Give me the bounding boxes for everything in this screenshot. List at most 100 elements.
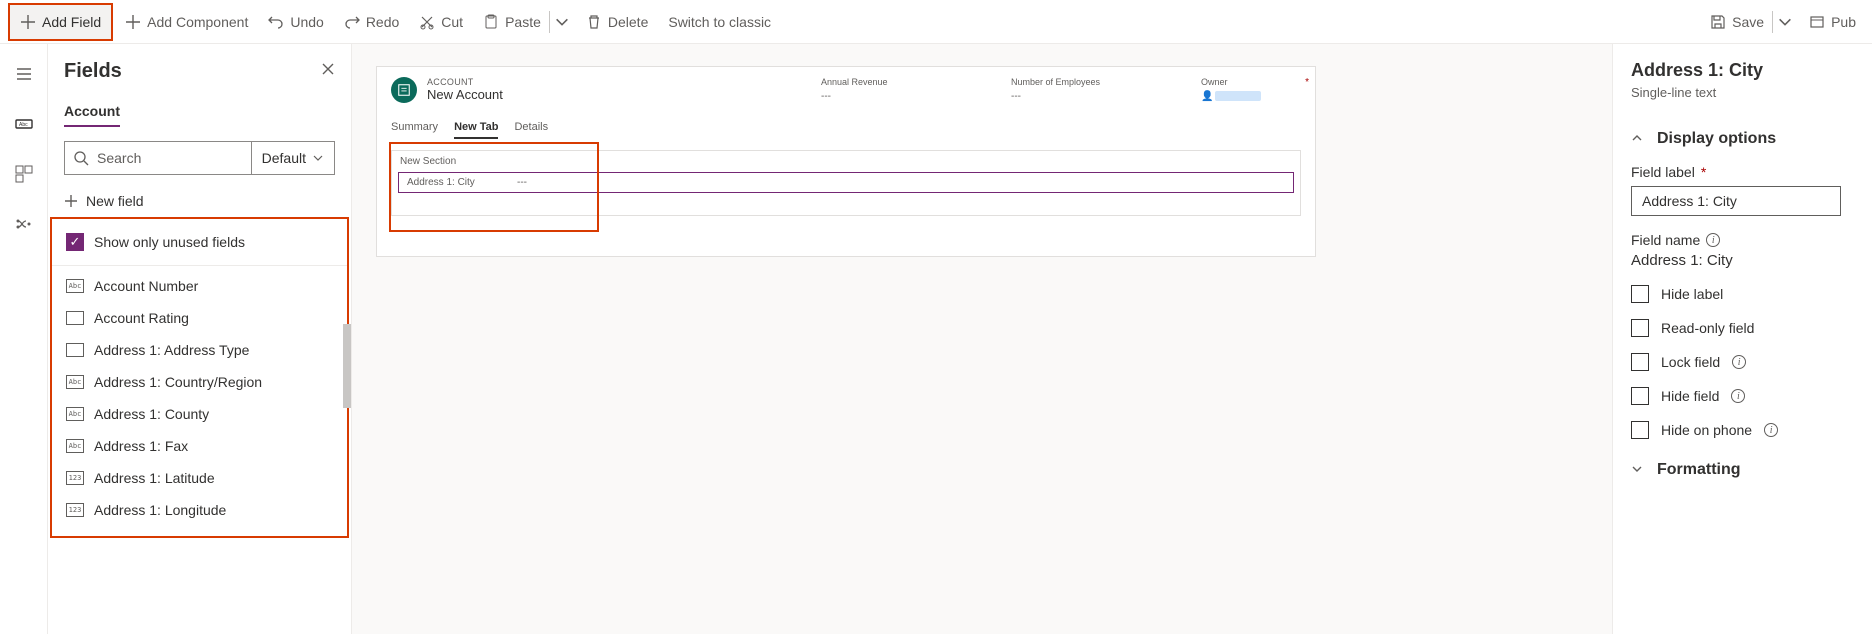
delete-button[interactable]: Delete (576, 2, 658, 42)
tree-rail-icon[interactable] (12, 212, 36, 236)
paste-label: Paste (505, 14, 541, 30)
plus-icon (20, 14, 36, 30)
publish-icon (1809, 14, 1825, 30)
field-type-icon (66, 311, 84, 325)
form-section[interactable]: New Section Address 1: City --- (391, 150, 1301, 216)
new-field-button[interactable]: New field (64, 185, 335, 217)
hide-field-option[interactable]: Hide field i (1631, 387, 1872, 405)
list-item[interactable]: AbcAddress 1: Country/Region (66, 366, 333, 398)
list-item[interactable]: AbcAddress 1: County (66, 398, 333, 430)
add-field-button[interactable]: Add Field (8, 3, 113, 41)
header-field-value: --- (821, 87, 921, 102)
header-field[interactable]: Annual Revenue--- (821, 77, 921, 102)
save-dropdown[interactable] (1775, 2, 1799, 42)
header-field[interactable]: Number of Employees--- (1011, 77, 1111, 102)
hide-label-option[interactable]: Hide label (1631, 285, 1872, 303)
header-field[interactable]: Owner👤* (1201, 77, 1301, 102)
form-tab[interactable]: New Tab (454, 121, 498, 139)
person-icon: 👤 (1201, 91, 1213, 102)
required-star: * (1305, 77, 1309, 88)
checkbox[interactable] (1631, 387, 1649, 405)
redo-button[interactable]: Redo (334, 2, 409, 42)
checkbox[interactable] (1631, 285, 1649, 303)
delete-label: Delete (608, 14, 648, 30)
undo-button[interactable]: Undo (258, 2, 333, 42)
list-item[interactable]: AbcAddress 1: Fax (66, 430, 333, 462)
list-item[interactable]: Account Rating (66, 302, 333, 334)
list-item[interactable]: Address 1: Address Type (66, 334, 333, 366)
formatting-header[interactable]: Formatting (1631, 461, 1872, 479)
field-name-label: Field name i (1631, 232, 1872, 248)
selected-field-row[interactable]: Address 1: City --- (398, 172, 1294, 193)
lock-field-option[interactable]: Lock field i (1631, 353, 1872, 371)
read-only-option[interactable]: Read-only field (1631, 319, 1872, 337)
hamburger-icon[interactable] (12, 62, 36, 86)
field-label-input[interactable]: Address 1: City (1631, 186, 1841, 216)
search-field-row: Search Default (64, 141, 335, 175)
entity-label: ACCOUNT (427, 77, 503, 87)
add-component-button[interactable]: Add Component (115, 2, 258, 42)
field-row-value: --- (517, 177, 527, 188)
chevron-down-icon (1631, 463, 1643, 478)
filter-dropdown[interactable]: Default (251, 142, 334, 174)
info-icon[interactable]: i (1764, 423, 1778, 437)
cut-icon (419, 14, 435, 30)
show-unused-row[interactable]: ✓ Show only unused fields (52, 219, 347, 266)
search-placeholder: Search (97, 150, 141, 166)
switch-classic-button[interactable]: Switch to classic (658, 2, 781, 42)
left-rail: Abc (0, 44, 48, 634)
form-card: ACCOUNT New Account Annual Revenue--- Num… (376, 66, 1316, 257)
scrollbar-thumb[interactable] (343, 324, 351, 408)
fields-rail-icon[interactable]: Abc (12, 112, 36, 136)
search-icon (73, 150, 89, 166)
form-tab[interactable]: Details (514, 121, 548, 139)
command-bar: Add Field Add Component Undo Redo Cut Pa… (0, 0, 1872, 44)
hide-phone-option[interactable]: Hide on phone i (1631, 421, 1872, 439)
fields-panel-title: Fields (64, 60, 122, 83)
field-type-icon: Abc (66, 279, 84, 293)
field-item-label: Address 1: Country/Region (94, 374, 262, 390)
form-tabs: Summary New Tab Details (391, 121, 1301, 140)
record-name: New Account (427, 87, 503, 102)
search-input[interactable]: Search (65, 142, 251, 174)
field-item-label: Account Number (94, 278, 198, 294)
add-field-label: Add Field (42, 14, 101, 30)
add-component-label: Add Component (147, 14, 248, 30)
header-field-value: 👤 (1201, 87, 1301, 102)
field-row-label: Address 1: City (407, 177, 477, 188)
header-fields: Annual Revenue--- Number of Employees--- O… (821, 77, 1301, 102)
chevron-down-icon (554, 14, 570, 30)
formatting-label: Formatting (1657, 461, 1741, 479)
form-header: ACCOUNT New Account Annual Revenue--- Num… (391, 77, 1301, 103)
checkbox[interactable] (1631, 421, 1649, 439)
save-button[interactable]: Save (1700, 2, 1768, 42)
separator (1772, 11, 1773, 33)
publish-button[interactable]: Pub (1799, 2, 1866, 42)
paste-dropdown[interactable] (552, 2, 576, 42)
info-icon[interactable]: i (1732, 355, 1746, 369)
properties-title: Address 1: City (1631, 60, 1872, 81)
entity-tab[interactable]: Account (64, 99, 120, 127)
display-options-label: Display options (1657, 130, 1776, 148)
field-item-label: Address 1: County (94, 406, 209, 422)
chevron-down-icon (1777, 14, 1793, 30)
plus-icon (125, 14, 141, 30)
field-item-label: Address 1: Fax (94, 438, 188, 454)
info-icon[interactable]: i (1706, 233, 1720, 247)
field-item-label: Address 1: Latitude (94, 470, 215, 486)
list-item[interactable]: Abc Account Number (66, 270, 333, 302)
close-icon[interactable] (321, 62, 335, 81)
display-options-header[interactable]: Display options (1631, 130, 1872, 148)
fields-panel: Fields Account Search Default New field … (48, 44, 352, 634)
checkbox[interactable] (1631, 353, 1649, 371)
components-rail-icon[interactable] (12, 162, 36, 186)
redo-icon (344, 14, 360, 30)
show-unused-checkbox[interactable]: ✓ (66, 233, 84, 251)
list-item[interactable]: 123Address 1: Longitude (66, 494, 333, 526)
paste-button[interactable]: Paste (473, 2, 545, 42)
cut-button[interactable]: Cut (409, 2, 473, 42)
list-item[interactable]: 123Address 1: Latitude (66, 462, 333, 494)
info-icon[interactable]: i (1731, 389, 1745, 403)
form-tab[interactable]: Summary (391, 121, 438, 139)
checkbox[interactable] (1631, 319, 1649, 337)
